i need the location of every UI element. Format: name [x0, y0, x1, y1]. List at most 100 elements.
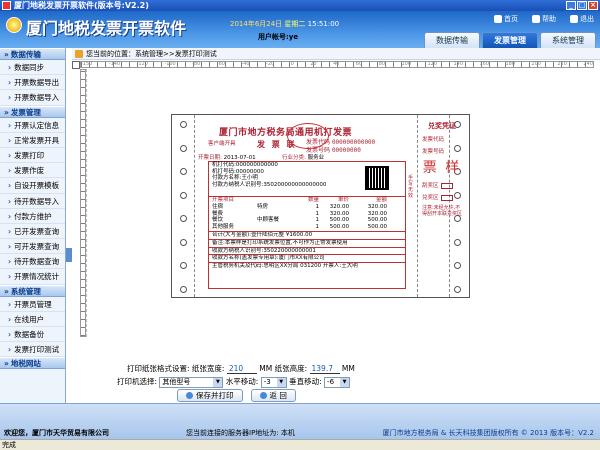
sidebar-group-tax-website[interactable]: 地税网站 [0, 357, 65, 370]
sidebar-item-void-invoice[interactable]: 发票作废 [0, 163, 65, 179]
paper-height-input[interactable] [309, 364, 340, 374]
window-controls: _ □ × [566, 1, 598, 10]
ruler-mark: 60 [355, 61, 363, 67]
top-links: 首页 帮助 退出 [494, 14, 594, 24]
ruler-mark: -100 [164, 61, 176, 67]
back-button[interactable]: 返 回 [250, 389, 296, 402]
sidebar-item-issued-query[interactable]: 已开发票查询 [0, 224, 65, 240]
sidebar-item-statistics[interactable]: 开票情况统计 [0, 269, 65, 285]
breadcrumb: 您当前的位置：系统管理>>发票打印测试 [72, 48, 600, 60]
ruler-mark: 180 [505, 61, 515, 67]
tab-data-transfer[interactable]: 数据传输 [424, 32, 480, 48]
status-bar: 完成 [0, 439, 600, 450]
maximize-button[interactable]: □ [577, 1, 587, 10]
ruler-mark: -20 [266, 61, 275, 67]
sidebar-item-print-test[interactable]: 发票打印测试 [0, 342, 65, 358]
stub-award-area: 兑奖区 [422, 193, 462, 201]
help-link[interactable]: 帮助 [532, 14, 556, 24]
table-row: 餐费 1 320.00 320.00 [212, 210, 387, 217]
invoice-date: 开票日期: 2013-07-01 [198, 155, 256, 161]
breadcrumb-text: 您当前的位置：系统管理>>发票打印测试 [86, 50, 217, 58]
note-line: 备注:本票样是打印系统发票位置,不可作为正常发票使用 [209, 238, 405, 247]
sidebar-item-pending-import[interactable]: 待开数据导入 [0, 194, 65, 209]
ruler-mark: 0 [290, 61, 294, 67]
ruler-mark: -120 [136, 61, 148, 67]
invoice-body: 机打代码:000000000000 机打号码:00000000 付款方名称:王小… [208, 161, 406, 289]
tab-system-management[interactable]: 系统管理 [540, 32, 596, 48]
ruler-mark: -40 [241, 61, 250, 67]
current-date: 2014年6月24日 [230, 20, 283, 28]
home-link[interactable]: 首页 [494, 14, 518, 24]
close-button[interactable]: × [588, 1, 598, 10]
perforation-line [194, 115, 195, 297]
sidebar-item-operators[interactable]: 开票员管理 [0, 297, 65, 312]
sidebar-item-backup[interactable]: 数据备份 [0, 327, 65, 343]
sidebar-item-issuer-info[interactable]: 开票认定信息 [0, 118, 65, 133]
sidebar-item-pending-query[interactable]: 待开数据查询 [0, 254, 65, 270]
invoice-title: 厦门市地方税务局通用机打发票 [219, 128, 353, 138]
main-content: 您当前的位置：系统管理>>发票打印测试 -150 -140 -120 -100 -80-… [72, 48, 600, 403]
qr-code [365, 166, 389, 190]
sidebar-item-data-sync[interactable]: 数据同步 [0, 60, 65, 76]
minimize-button[interactable]: _ [566, 1, 576, 10]
ruler-mark: 240 [583, 61, 593, 67]
ruler-mark: 140 [453, 61, 464, 67]
industry: 行业分类: 服务业 [282, 155, 325, 161]
current-weekday: 星期二 [284, 20, 306, 28]
tax-logo-icon [6, 17, 22, 33]
vmove-select[interactable]: -6 ▼ [324, 376, 351, 388]
printer-settings-row: 打印机选择: 其他型号 ▼ 水平移动: -3 ▼ 垂直移动: -6 ▼ [117, 376, 351, 388]
invoice-subtitle: 发 票 联 [257, 140, 297, 149]
tab-invoice-management[interactable]: 发票管理 [482, 32, 538, 48]
sidebar-item-print-invoice[interactable]: 发票打印 [0, 148, 65, 164]
paper-width-input[interactable] [226, 364, 257, 374]
items-header: 开票项目 数量 单价 金额 [212, 197, 387, 203]
current-time: 15:51:00 [307, 20, 340, 28]
exit-link[interactable]: 退出 [570, 14, 594, 24]
app-icon [2, 1, 11, 10]
app-title: 厦门地税发票开票软件 [26, 19, 187, 38]
printer-icon [186, 392, 193, 399]
sidebar-item-export[interactable]: 开票数据导出 [0, 75, 65, 91]
note-line: 收款方名称(盖发票专用章):厦门市XX有限公司 [209, 254, 405, 262]
save-print-button[interactable]: 保存并打印 [177, 389, 243, 402]
exit-icon [570, 15, 578, 23]
ruler-mark: 80 [378, 61, 386, 67]
sidebar-group-data-transfer[interactable]: 数据传输 [0, 48, 65, 60]
sidebar-item-import[interactable]: 开票数据导入 [0, 90, 65, 106]
height-label: 纸张高度: [274, 364, 308, 373]
sidebar-item-available-query[interactable]: 可开发票查询 [0, 239, 65, 255]
invoice-preview: 厦门市地方税务局通用机打发票 发 票 联 发票代码 000000000000 发… [171, 114, 470, 298]
title-bar: 厦门地税发票开票软件(版本号:V2.2) _ □ × [0, 0, 600, 11]
side-note: 手写无效 [408, 175, 414, 199]
sidebar-item-payer[interactable]: 付款方维护 [0, 209, 65, 224]
ruler-mark: 200 [531, 61, 541, 67]
user-account: 用户帐号:ye [258, 33, 299, 41]
sidebar-item-template[interactable]: 自设开票模板 [0, 178, 65, 194]
hmove-label: 水平移动: [225, 377, 259, 386]
ruler-mark: 100 [401, 61, 412, 67]
footer-bar: 欢迎您，厦门市天华贸易有限公司 您当前连接的服务器IP地址为: 本机 厦门市地方… [0, 403, 600, 439]
paper-format-label: 打印纸张格式设置: [127, 364, 190, 373]
ruler-marks: -150 -140 -120 -100 -80 -60 -40 -20 0 20 40 60 80 100… [81, 61, 593, 67]
print-settings: 打印纸张格式设置: 纸张宽度: MM 纸张高度: MM 打印机选择: 其他型号 … [72, 361, 600, 403]
ruler-mark: 220 [557, 61, 567, 67]
chevron-down-icon: ▼ [213, 377, 223, 387]
paper-settings-row: 打印纸张格式设置: 纸张宽度: MM 纸张高度: MM [127, 363, 355, 374]
ruler-mark: 120 [427, 61, 438, 67]
hmove-select[interactable]: -3 ▼ [260, 376, 287, 388]
ruler-mark: -60 [216, 61, 225, 67]
copyright: 厦门市地方税务局 & 长天科技集团版权所有 © 2013 版本号：V2.2 [382, 429, 594, 437]
sidebar-item-online-users[interactable]: 在线用户 [0, 312, 65, 327]
table-row: 餐饮 中顾客餐 1 500.00 500.00 [212, 217, 387, 224]
printer-label: 打印机选择: [117, 377, 158, 386]
main-tabs: 数据传输 发票管理 系统管理 [424, 32, 596, 48]
ruler-mark: 40 [333, 61, 340, 67]
prize-stub: 兑奖凭证 发票代码 发票号码 票 样 刮奖区 兑奖区 注意:未经允许,不得刮开本… [422, 119, 462, 295]
printer-select[interactable]: 其他型号 ▼ [159, 376, 224, 388]
app-header: 厦门地税发票开票软件 2014年6月24日 星期二 15:51:00 用户帐号:… [0, 11, 600, 48]
sidebar-item-issue-invoice[interactable]: 正常发票开具 [0, 133, 65, 148]
location-icon [75, 50, 83, 58]
sidebar-group-system[interactable]: 系统管理 [0, 284, 65, 297]
sidebar-group-invoice[interactable]: 发票管理 [0, 105, 65, 118]
